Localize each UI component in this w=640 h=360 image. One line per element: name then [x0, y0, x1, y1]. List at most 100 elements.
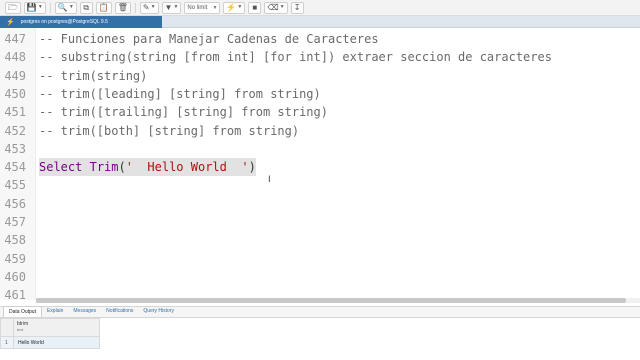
tab-data-output[interactable]: Data Output	[3, 306, 42, 317]
paste-icon: 📋	[98, 2, 109, 12]
tab-messages[interactable]: Messages	[68, 306, 101, 317]
chevron-down-icon: ▼	[279, 4, 285, 10]
code-token: -- trim([both] [string] from string)	[39, 123, 300, 138]
code-text: -- trim([trailing] [string] from string)	[39, 103, 328, 121]
code-line[interactable]: 450 -- trim([leading] [string] from strin…	[0, 85, 640, 103]
table-cell[interactable]: Hello World	[14, 337, 100, 349]
save-button[interactable]: 💾 ▼	[23, 1, 46, 14]
line-number: 454	[4, 160, 26, 175]
code-token: -- substring(string [from int] [for int]…	[39, 50, 552, 65]
result-grid: btrim text 1 Hello World	[0, 318, 640, 360]
horizontal-scrollbar[interactable]	[36, 298, 640, 303]
row-number-header	[0, 318, 14, 337]
code-line[interactable]: 457	[0, 213, 640, 231]
column-type: text	[17, 327, 24, 332]
open-file-button[interactable]: 🗁	[5, 1, 21, 14]
code-token: -- Funciones para Manejar Cadenas de Car…	[39, 32, 379, 46]
connection-bar: ⚡ postgres on postgres@PostgreSQL 9.5	[0, 16, 640, 28]
code-line[interactable]: 452 -- trim([both] [string] from string)	[0, 122, 640, 140]
line-number: 448	[4, 50, 26, 65]
code-line[interactable]: 454 Select Trim(' Hello World ')	[0, 158, 640, 177]
toolbar-divider	[134, 2, 136, 13]
filter-button[interactable]: ▼ ▼	[161, 1, 182, 14]
download-button[interactable]: ↧	[290, 1, 304, 14]
code-token: )	[248, 160, 256, 175]
tab-query-history[interactable]: Query History	[138, 306, 179, 317]
edit-button[interactable]: ✎ ▼	[139, 1, 159, 14]
line-number: 460	[4, 269, 26, 284]
code-line[interactable]: 449 -- trim(string)	[0, 67, 640, 85]
filter-icon: ▼	[164, 2, 173, 12]
code-line[interactable]: 455	[0, 176, 640, 194]
code-line[interactable]: 459	[0, 250, 640, 268]
line-number: 457	[4, 215, 26, 229]
save-icon: 💾	[26, 2, 37, 12]
query-toolbar: 🗁 💾 ▼ 🔍 ▼ ⧉ 📋 🗑 ✎ ▼ ▼ ▼ No limit ▼ ⚡ ▼ ■ ⌫ ▼ ↧	[0, 0, 640, 16]
execute-button[interactable]: ⚡ ▼	[223, 1, 246, 14]
line-number: 449	[4, 68, 26, 83]
code-line[interactable]: 458	[0, 231, 640, 249]
chevron-down-icon: ▼	[173, 4, 179, 10]
copy-button[interactable]: ⧉	[79, 1, 93, 14]
table-row[interactable]: 1 Hello World	[0, 337, 100, 349]
row-limit-select[interactable]: No limit ▼	[184, 1, 221, 14]
line-number: 451	[4, 105, 26, 120]
code-token: -- trim([leading] [string] from string)	[39, 86, 321, 101]
code-token: -- trim(string)	[39, 68, 148, 83]
line-number: 453	[4, 141, 26, 156]
code-line[interactable]: 453	[0, 140, 640, 158]
code-line[interactable]: 448 -- substring(string [from int] [for i…	[0, 48, 640, 66]
line-number: 450	[4, 86, 26, 101]
clear-button[interactable]: ⌫ ▼	[264, 1, 288, 14]
code-line[interactable]: 456	[0, 195, 640, 213]
code-text: -- trim([leading] [string] from string)	[39, 85, 321, 103]
line-number: 459	[4, 251, 26, 266]
stop-icon: ■	[252, 2, 258, 12]
text-cursor-icon: I	[268, 175, 271, 185]
row-limit-value: No limit	[187, 4, 208, 11]
code-token: ' Hello World '	[125, 160, 249, 175]
line-number: 447	[4, 32, 26, 46]
sql-editor[interactable]: 447 -- Funciones para Manejar Cadenas de …	[0, 28, 640, 302]
open-file-icon: 🗁	[8, 2, 18, 12]
selected-code-text: Select Trim(' Hello World ')	[39, 158, 256, 177]
chevron-down-icon: ▼	[150, 4, 156, 10]
edit-icon: ✎	[142, 2, 150, 12]
find-icon: 🔍	[57, 2, 68, 12]
tab-explain[interactable]: Explain	[42, 306, 68, 317]
chevron-down-icon: ▼	[212, 4, 218, 11]
code-line[interactable]: 447 -- Funciones para Manejar Cadenas de …	[0, 30, 640, 48]
line-number: 452	[4, 123, 26, 138]
tab-notifications[interactable]: Notifications	[101, 306, 138, 317]
stop-button[interactable]: ■	[248, 1, 262, 14]
execute-icon: ⚡	[226, 2, 237, 12]
connection-label: postgres on postgres@PostgreSQL 9.5	[20, 19, 108, 25]
code-line[interactable]: 451 -- trim([trailing] [string] from stri…	[0, 103, 640, 121]
toolbar-divider	[49, 2, 51, 13]
row-number: 1	[0, 337, 14, 349]
find-button[interactable]: 🔍 ▼	[54, 1, 77, 14]
code-line[interactable]: 460	[0, 268, 640, 286]
code-text: -- trim(string)	[39, 67, 147, 85]
code-token: -- trim([trailing] [string] from string)	[39, 105, 328, 120]
line-number: 458	[4, 233, 26, 248]
download-icon: ↧	[293, 2, 301, 12]
clear-icon: ⌫	[267, 2, 279, 12]
line-number: 461	[4, 288, 26, 303]
results-tab-bar: Data Output Explain Messages Notifications Q…	[0, 306, 640, 318]
chevron-down-icon: ▼	[68, 4, 74, 10]
column-header[interactable]: btrim text	[14, 318, 100, 337]
connection-tab[interactable]: ⚡ postgres on postgres@PostgreSQL 9.5	[0, 16, 162, 28]
copy-icon: ⧉	[83, 2, 90, 12]
chevron-down-icon: ▼	[37, 4, 43, 10]
delete-button[interactable]: 🗑	[114, 1, 131, 14]
code-token: Trim	[89, 160, 119, 175]
scrollbar-thumb[interactable]	[36, 298, 626, 303]
paste-button[interactable]: 📋	[95, 1, 112, 14]
code-token: (	[118, 160, 126, 175]
grid-header: btrim text	[0, 318, 100, 337]
plug-icon: ⚡	[6, 19, 15, 26]
delete-icon: 🗑	[117, 2, 128, 12]
code-text: -- Funciones para Manejar Cadenas de Car…	[39, 30, 379, 48]
